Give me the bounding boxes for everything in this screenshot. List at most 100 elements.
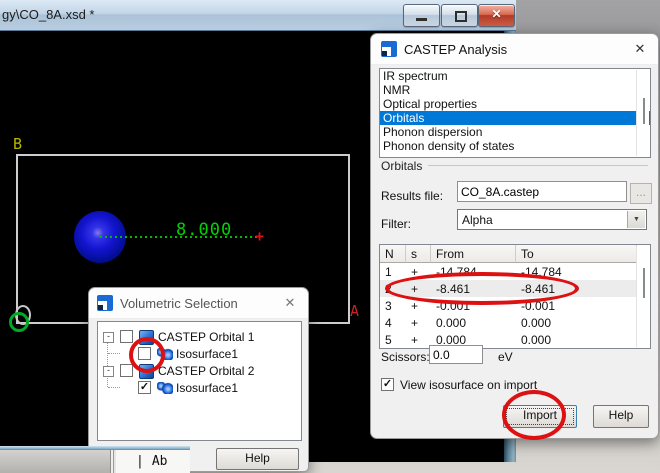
- orbital-2-checkbox[interactable]: [120, 364, 133, 377]
- dialog-title: CASTEP Analysis: [404, 42, 507, 57]
- measurement-endpoint-icon: +: [255, 227, 264, 245]
- volumetric-selection-dialog: Volumetric Selection ✕ - CASTEP Orbital …: [88, 287, 309, 472]
- orbitals-group-label: Orbitals: [381, 159, 422, 173]
- origin-marker-green: [9, 312, 29, 332]
- help-button[interactable]: Help: [593, 405, 649, 428]
- tree-label[interactable]: Isosurface1: [176, 347, 238, 361]
- filter-label: Filter:: [381, 217, 411, 231]
- browse-button[interactable]: ...: [630, 183, 652, 204]
- tree-label[interactable]: CASTEP Orbital 1: [158, 330, 254, 344]
- table-scrollbar[interactable]: [636, 246, 649, 347]
- list-item-optical-properties[interactable]: Optical properties: [380, 97, 650, 111]
- cell-from: -14.784: [431, 263, 516, 280]
- results-file-label: Results file:: [381, 189, 443, 203]
- measurement-label: 8.000: [176, 220, 232, 240]
- table-header-from[interactable]: From: [431, 245, 516, 263]
- scrollbar-thumb[interactable]: [643, 268, 645, 298]
- isosurface-icon: [157, 348, 173, 360]
- dialog-titlebar[interactable]: CASTEP Analysis ✕: [371, 34, 658, 65]
- table-row[interactable]: 4 + 0.000 0.000: [380, 314, 637, 331]
- chevron-down-icon[interactable]: ▼: [627, 211, 645, 228]
- list-item-nmr[interactable]: NMR: [380, 83, 650, 97]
- help-button[interactable]: Help: [216, 448, 299, 470]
- screen: gy\CO_8A.xsd * ✕ B A 8.000 +: [0, 0, 660, 473]
- scrollbar-thumb[interactable]: [643, 98, 645, 124]
- cell-n: 1: [380, 263, 406, 280]
- materials-studio-icon: [381, 41, 397, 57]
- view-isosurface-checkbox[interactable]: ✓: [381, 378, 394, 391]
- cell-n: 5: [380, 331, 406, 348]
- analysis-options-list: IR spectrum NMR Optical properties Orbit…: [379, 68, 651, 158]
- text-cursor-icon: |: [136, 454, 144, 469]
- table-header-n[interactable]: N: [380, 245, 406, 263]
- cell-s: +: [406, 280, 431, 297]
- dialog-titlebar[interactable]: Volumetric Selection ✕: [89, 288, 308, 319]
- close-icon[interactable]: ✕: [282, 295, 298, 311]
- bottom-toolbar: | Ab: [0, 446, 190, 473]
- tree-label[interactable]: CASTEP Orbital 2: [158, 364, 254, 378]
- ellipsis-icon: ...: [636, 185, 646, 199]
- isosurface-icon: [157, 382, 173, 394]
- cell-n: 3: [380, 297, 406, 314]
- cell-to: -0.001: [516, 297, 637, 314]
- isosurface-1-checkbox[interactable]: [138, 347, 151, 360]
- table-row[interactable]: 3 + -0.001 -0.001: [380, 297, 637, 314]
- status-segment: [0, 450, 111, 473]
- tree-label[interactable]: Isosurface1: [176, 381, 238, 395]
- restore-icon: [455, 11, 467, 22]
- cell-s: +: [406, 297, 431, 314]
- axis-label-a: A: [350, 302, 359, 320]
- orbitals-table: N s From To 1 + -14.784 -14.784 2 + -8.4…: [379, 244, 651, 349]
- table-header-s[interactable]: s: [406, 245, 431, 263]
- ab-tool-label: Ab: [152, 454, 168, 469]
- orbital-1-checkbox[interactable]: [120, 330, 133, 343]
- close-icon[interactable]: ✕: [632, 41, 648, 57]
- tree-expander-icon[interactable]: -: [103, 366, 114, 377]
- scissors-unit: eV: [498, 350, 513, 364]
- tree-item-orbital-2[interactable]: - CASTEP Orbital 2: [98, 362, 301, 379]
- table-row[interactable]: 1 + -14.784 -14.784: [380, 263, 637, 280]
- group-divider: [428, 165, 648, 166]
- list-item-ir-spectrum[interactable]: IR spectrum: [380, 69, 650, 83]
- table-row[interactable]: 5 + 0.000 0.000: [380, 331, 637, 348]
- dialog-title: Volumetric Selection: [120, 296, 238, 311]
- list-scrollbar[interactable]: [636, 70, 649, 156]
- list-item-phonon-dispersion[interactable]: Phonon dispersion: [380, 125, 650, 139]
- cell-s: +: [406, 314, 431, 331]
- list-item-phonon-dos[interactable]: Phonon density of states: [380, 139, 650, 153]
- volumetric-tree: - CASTEP Orbital 1 Isosurface1 - CASTEP …: [97, 321, 302, 441]
- text-tool-segment[interactable]: | Ab: [116, 450, 190, 473]
- minimize-icon: [416, 18, 427, 21]
- axis-label-b: B: [13, 135, 22, 153]
- cell-from: -0.001: [431, 297, 516, 314]
- table-header-to[interactable]: To: [516, 245, 637, 263]
- tree-item-orbital-1[interactable]: - CASTEP Orbital 1: [98, 328, 301, 345]
- table-row-selected[interactable]: 2 + -8.461 -8.461: [380, 280, 637, 297]
- cell-n: 2: [380, 280, 406, 297]
- close-icon: ✕: [479, 7, 514, 21]
- restore-button[interactable]: [441, 4, 478, 27]
- tree-expander-icon[interactable]: -: [103, 332, 114, 343]
- cell-s: +: [406, 263, 431, 280]
- titlebar[interactable]: gy\CO_8A.xsd * ✕: [0, 0, 516, 31]
- filter-dropdown[interactable]: Alpha ▼: [457, 209, 647, 230]
- tree-item-isosurface-2[interactable]: ✓ Isosurface1: [98, 379, 301, 396]
- cell-to: 0.000: [516, 314, 637, 331]
- minimize-button[interactable]: [403, 4, 440, 27]
- cell-from: -8.461: [431, 280, 516, 297]
- tree-item-isosurface-1[interactable]: Isosurface1: [98, 345, 301, 362]
- cube-icon: [139, 330, 154, 345]
- cell-to: -8.461: [516, 280, 637, 297]
- cell-n: 4: [380, 314, 406, 331]
- results-file-input[interactable]: [457, 181, 627, 202]
- close-button[interactable]: ✕: [478, 4, 515, 27]
- scissors-label: Scissors:: [381, 350, 430, 364]
- filter-selected-value: Alpha: [462, 213, 493, 227]
- import-button[interactable]: Import: [503, 405, 577, 428]
- scissors-input[interactable]: [429, 345, 483, 364]
- isosurface-2-checkbox[interactable]: ✓: [138, 381, 151, 394]
- checkbox-check-icon: ✓: [140, 381, 149, 393]
- cell-s: +: [406, 331, 431, 348]
- cube-icon: [139, 364, 154, 379]
- list-item-orbitals[interactable]: Orbitals: [380, 111, 650, 125]
